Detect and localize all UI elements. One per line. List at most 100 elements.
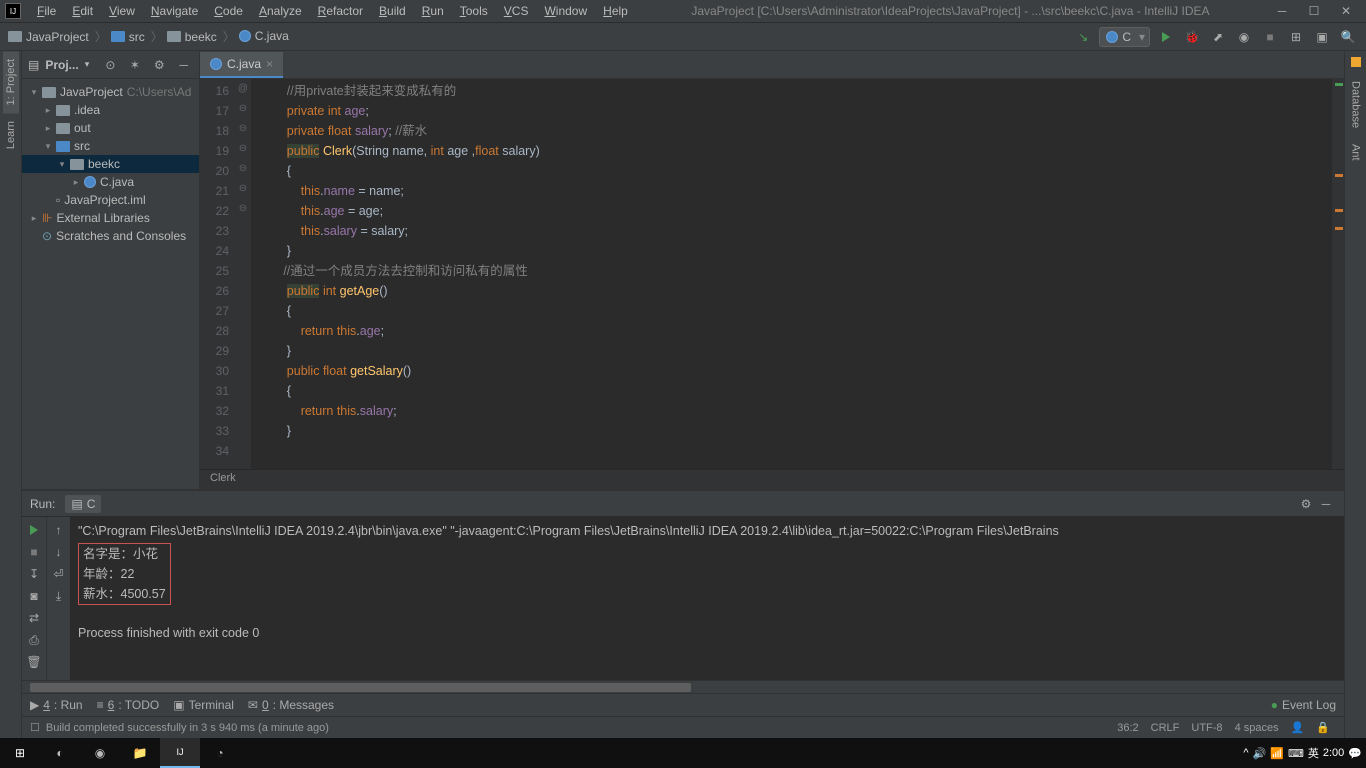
clock[interactable]: 2:00 [1323,747,1344,759]
down-icon[interactable]: ↧ [25,565,43,583]
line-numbers: 16171819202122232425262728293031323334 [200,79,235,469]
bottom-tab-4run[interactable]: ▶ 4: Run [30,698,83,712]
side-tab-learn[interactable]: Learn [3,113,19,157]
tray-up-icon[interactable]: ^ [1243,747,1248,759]
explorer-icon[interactable]: 📁 [120,738,160,768]
editor-tab-cjava[interactable]: C.java × [200,52,283,78]
menu-view[interactable]: View [103,2,141,20]
intellij-taskbar-icon[interactable]: IJ [160,738,200,768]
system-tray[interactable]: ^ 🔊 📶 ⌨ 英 2:00 💬 [1243,745,1366,761]
menu-analyze[interactable]: Analyze [253,2,308,20]
bottom-tab-terminal[interactable]: ▣ Terminal [173,698,234,712]
error-stripe[interactable] [1332,79,1344,469]
menu-tools[interactable]: Tools [454,2,494,20]
ime-indicator[interactable]: 英 [1308,745,1319,761]
inspector-icon[interactable]: 👤 [1291,721,1305,734]
volume-icon[interactable]: 🔊 [1253,747,1267,760]
menu-code[interactable]: Code [208,2,249,20]
minimize-button[interactable]: ─ [1267,1,1297,21]
run-toolbar-1: ■ ↧ ◙ ⇄ ⎙ 🗑 [22,517,46,680]
menu-navigate[interactable]: Navigate [145,2,204,20]
notifications-icon[interactable]: 💬 [1348,747,1362,760]
side-tab-database[interactable]: Database [1348,73,1364,136]
tree-item-externallibraries[interactable]: ▸⊪External Libraries [22,209,199,227]
tree-item-out[interactable]: ▸out [22,119,199,137]
event-log-tab[interactable]: ● Event Log [1271,698,1336,712]
layout-icon[interactable]: ⇄ [25,609,43,627]
terminal-icon[interactable]: ◔ [200,738,240,768]
profile-button[interactable]: ◉ [1234,27,1254,47]
tree-item-idea[interactable]: ▸.idea [22,101,199,119]
debug-button[interactable]: 🐞 [1182,27,1202,47]
rerun-icon[interactable] [25,521,43,539]
export-icon[interactable]: ⎙ [25,631,43,649]
menu-refactor[interactable]: Refactor [312,2,369,20]
menu-build[interactable]: Build [373,2,412,20]
run-button[interactable] [1156,27,1176,47]
tree-item-javaprojectiml[interactable]: ▫JavaProject.iml [22,191,199,209]
editor-tabs: C.java × [200,51,1344,79]
run-config-select[interactable]: C [1099,27,1150,47]
editor-body[interactable]: 16171819202122232425262728293031323334 @… [200,79,1344,469]
status-message: Build completed successfully in 3 s 940 … [46,722,329,734]
network-icon[interactable]: 📶 [1270,747,1284,760]
settings-icon[interactable]: ⚙ [150,55,168,75]
encoding[interactable]: UTF-8 [1191,722,1222,734]
run-settings-icon[interactable]: ⚙ [1296,494,1316,514]
status-icon[interactable]: ☐ [30,721,40,734]
run-hide-icon[interactable]: ─ [1316,494,1336,514]
coverage-button[interactable]: ⬈ [1208,27,1228,47]
search-icon[interactable]: 🔍 [1338,27,1358,47]
indent[interactable]: 4 spaces [1235,722,1279,734]
run-output[interactable]: "C:\Program Files\JetBrains\IntelliJ IDE… [70,517,1344,680]
lock-icon[interactable]: 🔒 [1316,721,1330,734]
tree-item-cjava[interactable]: ▸C.java [22,173,199,191]
tree-item-scratchesandconsoles[interactable]: ⊙Scratches and Consoles [22,227,199,245]
build-hammer-icon[interactable]: ↘ [1073,27,1093,47]
menu-help[interactable]: Help [597,2,634,20]
breadcrumb-src[interactable]: src〉 [111,28,165,45]
bottom-tab-6todo[interactable]: ≡ 6: TODO [97,698,160,712]
breadcrumb-beekc[interactable]: beekc〉 [167,28,237,45]
tree-item-src[interactable]: ▾src [22,137,199,155]
run-scrollbar[interactable] [22,680,1344,693]
editor-breadcrumb[interactable]: Clerk [200,469,1344,489]
menu-vcs[interactable]: VCS [498,2,535,20]
project-structure-icon[interactable]: ▣ [1312,27,1332,47]
tree-item-beekc[interactable]: ▾beekc [22,155,199,173]
scroll-icon[interactable]: ⤓ [50,587,68,605]
menu-file[interactable]: File [31,2,62,20]
menu-edit[interactable]: Edit [66,2,99,20]
delete-icon[interactable]: 🗑 [25,653,43,671]
chrome-icon[interactable]: ◉ [80,738,120,768]
tree-item-javaproject[interactable]: ▾JavaProject C:\Users\Ad [22,83,199,101]
hide-icon[interactable]: ─ [175,55,193,75]
close-button[interactable]: ✕ [1331,1,1361,21]
vcs-update-icon[interactable]: ⊞ [1286,27,1306,47]
line-ending[interactable]: CRLF [1151,722,1180,734]
side-tab-1project[interactable]: 1: Project [3,51,19,113]
stop-button[interactable]: ■ [1260,27,1280,47]
capture-icon[interactable]: ◙ [25,587,43,605]
breadcrumb-javaproject[interactable]: JavaProject〉 [8,28,109,45]
project-tree[interactable]: ▾JavaProject C:\Users\Ad▸.idea▸out▾src▾b… [22,79,199,249]
down-arrow-icon[interactable]: ↓ [50,543,68,561]
bottom-tab-0messages[interactable]: ✉ 0: Messages [248,698,334,712]
wrap-icon[interactable]: ⏎ [50,565,68,583]
side-tab-ant[interactable]: Ant [1348,136,1364,169]
maximize-button[interactable]: ☐ [1299,1,1329,21]
expand-icon[interactable]: ✶ [126,55,144,75]
start-button[interactable]: ⊞ [0,738,40,768]
close-tab-icon[interactable]: × [266,57,273,71]
locate-icon[interactable]: ⊙ [101,55,119,75]
breadcrumb-c.java[interactable]: C.java [239,29,289,43]
keyboard-icon[interactable]: ⌨ [1288,747,1304,760]
cortana-icon[interactable]: ◐ [40,738,80,768]
code-area[interactable]: //用private封装起来变成私有的 private int age; pri… [251,79,1332,469]
menu-run[interactable]: Run [416,2,450,20]
run-config-tab[interactable]: ▤ C [65,495,101,513]
stop-icon[interactable]: ■ [25,543,43,561]
up-arrow-icon[interactable]: ↑ [50,521,68,539]
caret-position[interactable]: 36:2 [1117,722,1138,734]
menu-window[interactable]: Window [538,2,593,20]
